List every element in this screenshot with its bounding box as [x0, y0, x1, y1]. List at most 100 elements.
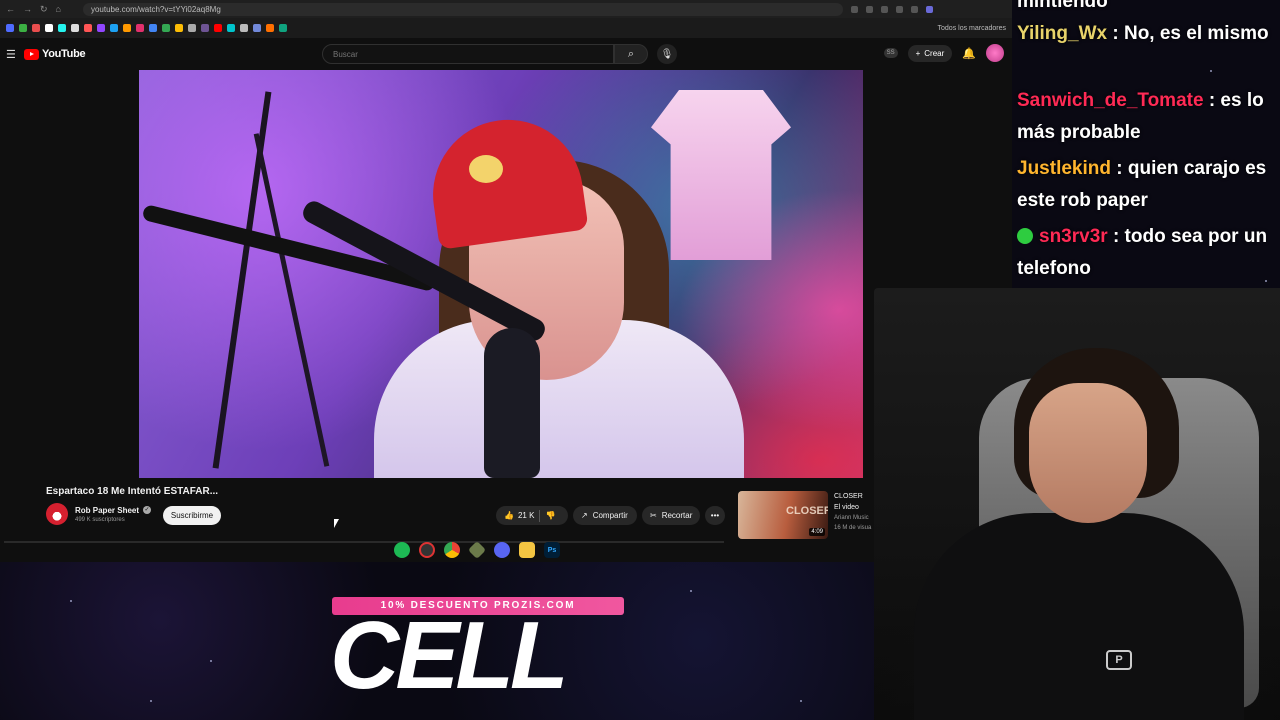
chat-overlay: mintiendo Yiling_Wx : No, es el mismo Sa… [1013, 0, 1280, 290]
bookmark-icon[interactable] [110, 24, 118, 32]
chat-message: sn3rv3r : todo sea por un telefono [1017, 221, 1279, 285]
extension-icon[interactable] [895, 5, 903, 13]
video-frame-tripod [253, 133, 330, 467]
url-field[interactable]: youtube.com/watch?v=tYYi02aq8Mg [82, 2, 843, 16]
bookmarks-bar: Todos los marcadores [0, 18, 1012, 38]
voice-search-button[interactable]: 🎙 [657, 44, 677, 64]
chat-message: Justlekind : quien carajo es este rob pa… [1017, 153, 1279, 217]
promo-logo-word: CELL [330, 602, 569, 709]
webcam-face [1029, 383, 1147, 523]
share-arrow-icon: ↗ [581, 511, 588, 520]
bookmark-icon[interactable] [253, 24, 261, 32]
search-box [322, 44, 614, 64]
video-player[interactable] [139, 70, 863, 478]
bookmark-icon[interactable] [214, 24, 222, 32]
search-button[interactable]: ⌕ [614, 44, 648, 64]
subscriber-count: 499 K suscriptores [75, 517, 125, 523]
header-actions: SS + Crear 🔔 [883, 44, 1004, 62]
bookmark-icon[interactable] [45, 24, 53, 32]
channel-name[interactable]: Rob Paper Sheet [75, 506, 139, 515]
search-input[interactable] [333, 49, 613, 59]
recommended-video-thumbnail[interactable]: CLOSER 4:09 [738, 491, 828, 539]
channel-avatar[interactable] [46, 503, 68, 525]
create-button[interactable]: + Crear [907, 44, 953, 62]
bookmark-icon[interactable] [240, 24, 248, 32]
video-duration: 4:09 [809, 528, 825, 536]
url-text: youtube.com/watch?v=tYYi02aq8Mg [90, 4, 221, 14]
bookmark-icon[interactable] [32, 24, 40, 32]
extension-icon[interactable] [850, 5, 858, 13]
video-frame-beanie-logo [469, 155, 503, 183]
bookmark-icon[interactable] [84, 24, 92, 32]
chat-message: Yiling_Wx : No, es el mismo [1017, 18, 1279, 50]
bookmark-icon[interactable] [227, 24, 235, 32]
mouse-cursor-icon [334, 519, 339, 528]
recommended-channel-name: Ariann Music [834, 515, 869, 521]
extension-icon[interactable] [880, 5, 888, 13]
bookmark-icon[interactable] [123, 24, 131, 32]
menu-icon[interactable]: ☰ [6, 48, 20, 61]
reload-icon[interactable]: ↻ [40, 4, 48, 15]
home-icon[interactable]: ⌂ [56, 4, 61, 14]
app-icon[interactable] [419, 542, 435, 558]
profile-icon[interactable] [925, 5, 933, 13]
stream-scene: ← → ↻ ⌂ youtube.com/watch?v=tYYi02aq8Mg [0, 0, 1280, 720]
subscribe-button[interactable]: Suscribirme [163, 506, 221, 525]
webcam-body [914, 513, 1244, 720]
bookmark-icon[interactable] [97, 24, 105, 32]
extension-icon[interactable] [865, 5, 873, 13]
chat-username: Yiling_Wx [1017, 23, 1108, 44]
hoodie-logo: P [1106, 650, 1132, 670]
chat-badge-icon [1017, 228, 1033, 244]
chat-username: sn3rv3r [1039, 226, 1108, 247]
photoshop-icon[interactable]: Ps [544, 542, 560, 558]
video-frame-hanging-shirt [651, 90, 791, 260]
youtube-logo[interactable]: YouTube [24, 48, 86, 60]
bookmark-icon[interactable] [201, 24, 209, 32]
more-actions-button[interactable]: ••• [705, 506, 725, 525]
bookmark-icon[interactable] [149, 24, 157, 32]
thumbs-down-icon: 👎 [545, 511, 556, 520]
chat-username: Sanwich_de_Tomate [1017, 90, 1204, 111]
webcam-overlay: P [874, 288, 1280, 720]
chat-username: Justlekind [1017, 158, 1111, 179]
notifications-bell-icon[interactable]: 🔔 [962, 47, 976, 60]
share-button[interactable]: ↗ Compartir [573, 506, 637, 525]
chrome-icon[interactable] [444, 542, 460, 558]
bookmark-icon[interactable] [188, 24, 196, 32]
bookmark-icon[interactable] [175, 24, 183, 32]
create-label: Crear [924, 48, 945, 58]
youtube-play-icon [24, 48, 39, 60]
clip-button[interactable]: ✂ Recortar [642, 506, 700, 525]
like-button[interactable]: 👍 21 K [504, 511, 534, 520]
youtube-header: ☰ YouTube ⌕ 🎙 SS + Crear 🔔 [0, 38, 1012, 70]
folder-icon[interactable] [519, 542, 535, 558]
microphone-icon: 🎙 [660, 48, 674, 60]
star [210, 660, 212, 662]
bookmark-icon[interactable] [71, 24, 79, 32]
discord-icon[interactable] [494, 542, 510, 558]
bookmark-icon[interactable] [279, 24, 287, 32]
plus-icon: + [915, 48, 921, 58]
bookmark-icon[interactable] [58, 24, 66, 32]
all-bookmarks-label[interactable]: Todos los marcadores [938, 25, 1006, 32]
dislike-button[interactable]: 👎 [545, 511, 555, 520]
chat-text: : No, es el mismo [1112, 23, 1269, 44]
video-frame-tripod [212, 91, 272, 469]
verified-icon: ✓ [143, 506, 151, 514]
forward-icon[interactable]: → [23, 4, 32, 14]
bookmark-icon[interactable] [266, 24, 274, 32]
bookmark-icon[interactable] [162, 24, 170, 32]
bookmark-icon[interactable] [19, 24, 27, 32]
account-avatar[interactable] [986, 44, 1004, 62]
extension-icon[interactable] [910, 5, 918, 13]
spotify-icon[interactable] [394, 542, 410, 558]
back-icon[interactable]: ← [6, 4, 15, 14]
search-icon: ⌕ [627, 47, 635, 60]
recommended-video-title[interactable]: CLOSER [834, 493, 863, 500]
bookmark-icon[interactable] [6, 24, 14, 32]
youtube-logo-text: YouTube [42, 48, 86, 60]
more-label: ••• [710, 511, 720, 520]
bookmark-icon[interactable] [136, 24, 144, 32]
game-icon[interactable] [467, 540, 487, 560]
